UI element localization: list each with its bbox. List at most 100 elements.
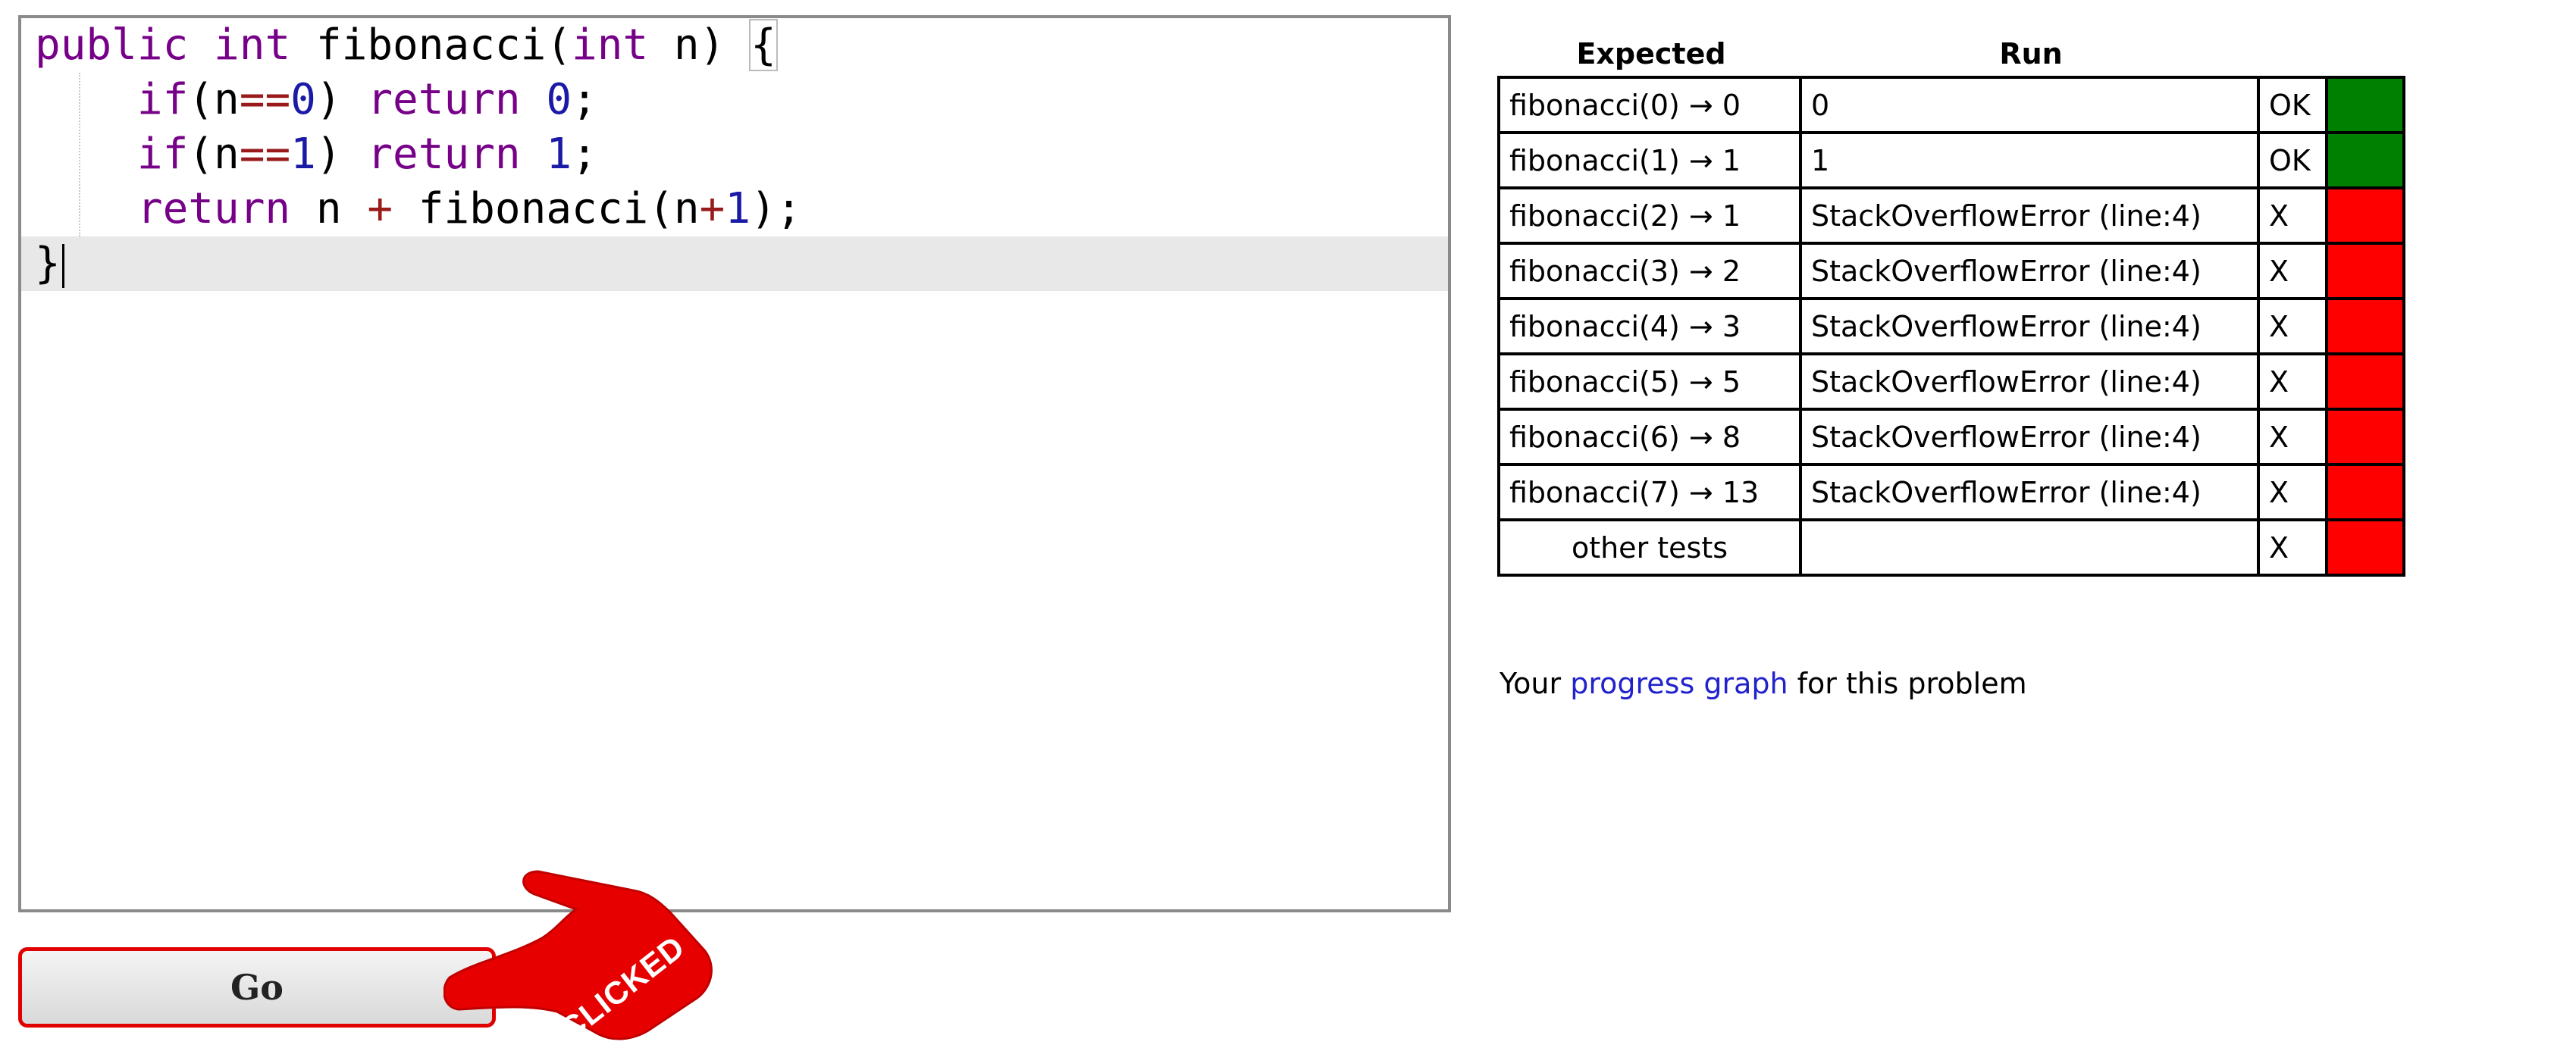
progress-graph-link[interactable]: progress graph	[1570, 667, 1788, 700]
expected-cell: fibonacci(1) → 1	[1497, 131, 1802, 189]
run-cell: StackOverflowError (line:4)	[1799, 463, 2260, 521]
run-cell	[1799, 518, 2260, 577]
results-table: fibonacci(0) → 0 0 OK fibonacci(1) → 1 1 OK fi…	[1497, 76, 2405, 577]
code-token: 1	[290, 130, 316, 179]
expected-cell: fibonacci(7) → 13	[1497, 463, 1802, 521]
status-cell: OK	[2257, 131, 2328, 189]
code-token: ;	[572, 130, 597, 179]
result-row: fibonacci(5) → 5 StackOverflowError (line…	[1497, 352, 2405, 411]
expected-cell: fibonacci(5) → 5	[1497, 352, 1802, 411]
fail-indicator	[2325, 242, 2405, 300]
code-token: {	[749, 19, 778, 71]
code-token: n	[214, 75, 240, 124]
code-token: )	[315, 130, 368, 179]
expected-cell: fibonacci(2) → 1	[1497, 186, 1802, 245]
result-row: fibonacci(3) → 2 StackOverflowError (line…	[1497, 242, 2405, 300]
code-line-4[interactable]: return n + fibonacci(n+1);	[21, 182, 1448, 236]
fail-indicator	[2325, 186, 2405, 245]
code-token: return	[367, 130, 521, 179]
status-cell: X	[2257, 242, 2328, 300]
code-token: 1	[725, 184, 751, 233]
code-token: ;	[572, 75, 597, 124]
code-token: (	[648, 184, 674, 233]
code-token: );	[751, 184, 802, 233]
pass-indicator	[2325, 76, 2405, 134]
code-token: }	[35, 239, 61, 288]
code-token: if	[136, 130, 189, 179]
code-token: public	[35, 20, 189, 70]
code-token: n	[315, 184, 342, 233]
code-token: int	[214, 20, 291, 70]
expected-cell: fibonacci(0) → 0	[1497, 76, 1802, 134]
result-row: fibonacci(1) → 1 1 OK	[1497, 131, 2405, 189]
code-token: +	[699, 184, 725, 233]
status-cell: X	[2257, 352, 2328, 411]
code-token: 1	[546, 130, 572, 179]
code-token: +	[367, 184, 393, 233]
run-header: Run	[1999, 37, 2063, 70]
status-cell: X	[2257, 186, 2328, 245]
code-line-2[interactable]: if(n==0) return 0;	[21, 73, 1448, 127]
fail-indicator	[2325, 518, 2405, 577]
expected-cell: fibonacci(3) → 2	[1497, 242, 1802, 300]
fail-indicator	[2325, 297, 2405, 355]
pass-indicator	[2325, 131, 2405, 189]
code-token: ==	[239, 75, 291, 124]
expected-cell: fibonacci(6) → 8	[1497, 408, 1802, 466]
fail-indicator	[2325, 463, 2405, 521]
status-cell: X	[2257, 463, 2328, 521]
text-cursor	[61, 243, 64, 288]
code-token: return	[367, 75, 521, 124]
code-token: int	[572, 20, 649, 70]
code-line-5[interactable]: }	[21, 236, 1448, 291]
go-button[interactable]: Go	[18, 947, 496, 1028]
code-line-3[interactable]: if(n==1) return 1;	[21, 127, 1448, 182]
code-token: n	[673, 184, 700, 233]
progress-text: Your progress graph for this problem	[1500, 667, 2027, 700]
expected-header: Expected	[1576, 37, 1726, 70]
run-cell: 0	[1799, 76, 2260, 134]
result-row: fibonacci(0) → 0 0 OK	[1497, 76, 2405, 134]
code-line-1[interactable]: public int fibonacci(int n) {	[21, 18, 1448, 73]
result-row: fibonacci(2) → 1 StackOverflowError (line…	[1497, 186, 2405, 245]
code-token: (	[546, 20, 572, 70]
code-token: fibonacci	[418, 184, 649, 233]
code-token: n	[673, 20, 700, 70]
fail-indicator	[2325, 408, 2405, 466]
code-token: )	[315, 75, 368, 124]
code-token: (	[188, 75, 215, 124]
code-token: fibonacci	[315, 20, 547, 70]
expected-cell: other tests	[1497, 518, 1802, 577]
code-token: if	[136, 75, 189, 124]
result-row: fibonacci(4) → 3 StackOverflowError (line…	[1497, 297, 2405, 355]
code-editor[interactable]: public int fibonacci(int n) { if(n==0) r…	[18, 15, 1451, 912]
run-cell: 1	[1799, 131, 2260, 189]
run-cell: StackOverflowError (line:4)	[1799, 242, 2260, 300]
run-cell: StackOverflowError (line:4)	[1799, 297, 2260, 355]
code-token: 0	[546, 75, 572, 124]
run-cell: StackOverflowError (line:4)	[1799, 352, 2260, 411]
fail-indicator	[2325, 352, 2405, 411]
result-row: fibonacci(7) → 13 StackOverflowError (lin…	[1497, 463, 2405, 521]
clicked-pointer-icon: CLICKED	[443, 870, 713, 1046]
progress-suffix: for this problem	[1788, 667, 2027, 700]
code-token: 0	[290, 75, 316, 124]
code-token: return	[136, 184, 291, 233]
status-cell: OK	[2257, 76, 2328, 134]
code-token: ==	[239, 130, 291, 179]
code-token: )	[699, 20, 751, 70]
status-cell: X	[2257, 408, 2328, 466]
expected-cell: fibonacci(4) → 3	[1497, 297, 1802, 355]
code-token: (	[188, 130, 215, 179]
